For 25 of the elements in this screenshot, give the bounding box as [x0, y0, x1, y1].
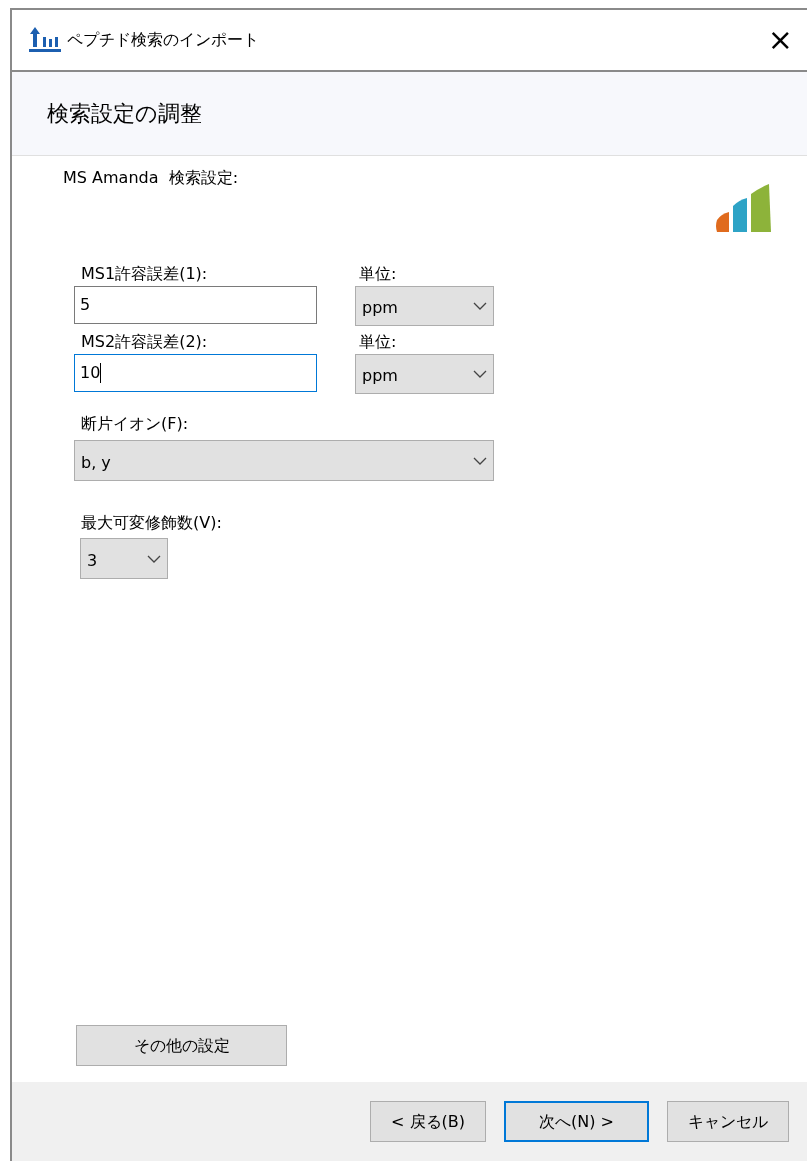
page-heading: 検索設定の調整 [47, 100, 202, 128]
field-label: MS2許容誤差(2): [81, 332, 209, 352]
wizard-button[interactable]: < 戻る(B) [370, 1101, 486, 1142]
more-settings-button[interactable]: その他の設定 [76, 1025, 287, 1066]
chevron-down-icon [473, 456, 487, 465]
app-icon [29, 27, 61, 53]
window-title: ペプチド検索のインポート [67, 29, 259, 51]
chevron-down-icon [473, 370, 487, 378]
input-field[interactable]: 10 [74, 354, 317, 392]
close-button[interactable]: × [763, 25, 797, 55]
chevron-down-icon [473, 302, 487, 310]
dropdown[interactable]: ppm [355, 286, 494, 326]
wizard-button[interactable]: キャンセル [667, 1101, 789, 1142]
field-label: 最大可変修飾数(V): [81, 513, 223, 533]
dropdown[interactable]: b, y [74, 440, 494, 481]
chevron-down-icon [147, 554, 161, 563]
field-label: 単位: [359, 264, 397, 284]
field-label: MS1許容誤差(1): [81, 264, 209, 284]
input-field[interactable]: 5 [74, 286, 317, 324]
dropdown[interactable]: 3 [80, 538, 168, 579]
field-label: 断片イオン(F): [81, 414, 190, 434]
field-label: 単位: [359, 332, 397, 352]
wizard-button[interactable]: 次へ(N) > [504, 1101, 649, 1142]
dropdown[interactable]: ppm [355, 354, 494, 394]
section-title: MS Amanda 検索設定: [63, 167, 239, 189]
